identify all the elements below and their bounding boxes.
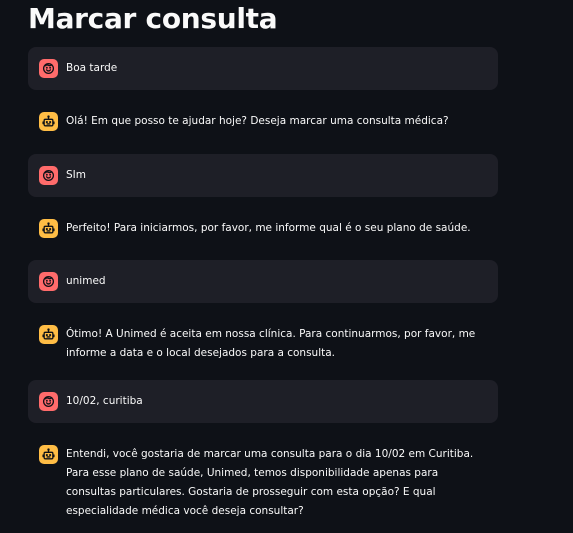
message-text: Ótimo! A Unimed é aceita em nossa clínic… <box>66 328 476 359</box>
user-face-icon <box>39 166 58 185</box>
message-text: Perfeito! Para iniciarmos, por favor, me… <box>66 222 471 234</box>
robot-icon <box>39 219 58 238</box>
user-message: Boa tarde <box>28 47 498 90</box>
user-face-icon <box>39 392 58 411</box>
message-text: Entendi, você gostaria de marcar uma con… <box>66 448 474 517</box>
assistant-message: Entendi, você gostaria de marcar uma con… <box>28 433 498 533</box>
user-message: unimed <box>28 260 498 303</box>
main-content: Marcar consulta Boa tarde Olá! Em que pos… <box>28 0 498 517</box>
user-face-icon <box>39 272 58 291</box>
message-text: Olá! Em que posso te ajudar hoje? Deseja… <box>66 115 449 127</box>
message-text: unimed <box>66 275 106 287</box>
message-text: 10/02, curitiba <box>66 395 143 407</box>
user-message: 10/02, curitiba <box>28 380 498 423</box>
robot-icon <box>39 112 58 131</box>
page-title: Marcar consulta <box>28 2 278 35</box>
robot-icon <box>39 325 58 344</box>
message-text: Boa tarde <box>66 62 118 74</box>
robot-icon <box>39 445 58 464</box>
user-message: SIm <box>28 154 498 197</box>
message-text: SIm <box>66 169 86 181</box>
assistant-message: Perfeito! Para iniciarmos, por favor, me… <box>28 207 498 250</box>
user-face-icon <box>39 59 58 78</box>
assistant-message: Olá! Em que posso te ajudar hoje? Deseja… <box>28 100 498 143</box>
assistant-message: Ótimo! A Unimed é aceita em nossa clínic… <box>28 313 498 375</box>
